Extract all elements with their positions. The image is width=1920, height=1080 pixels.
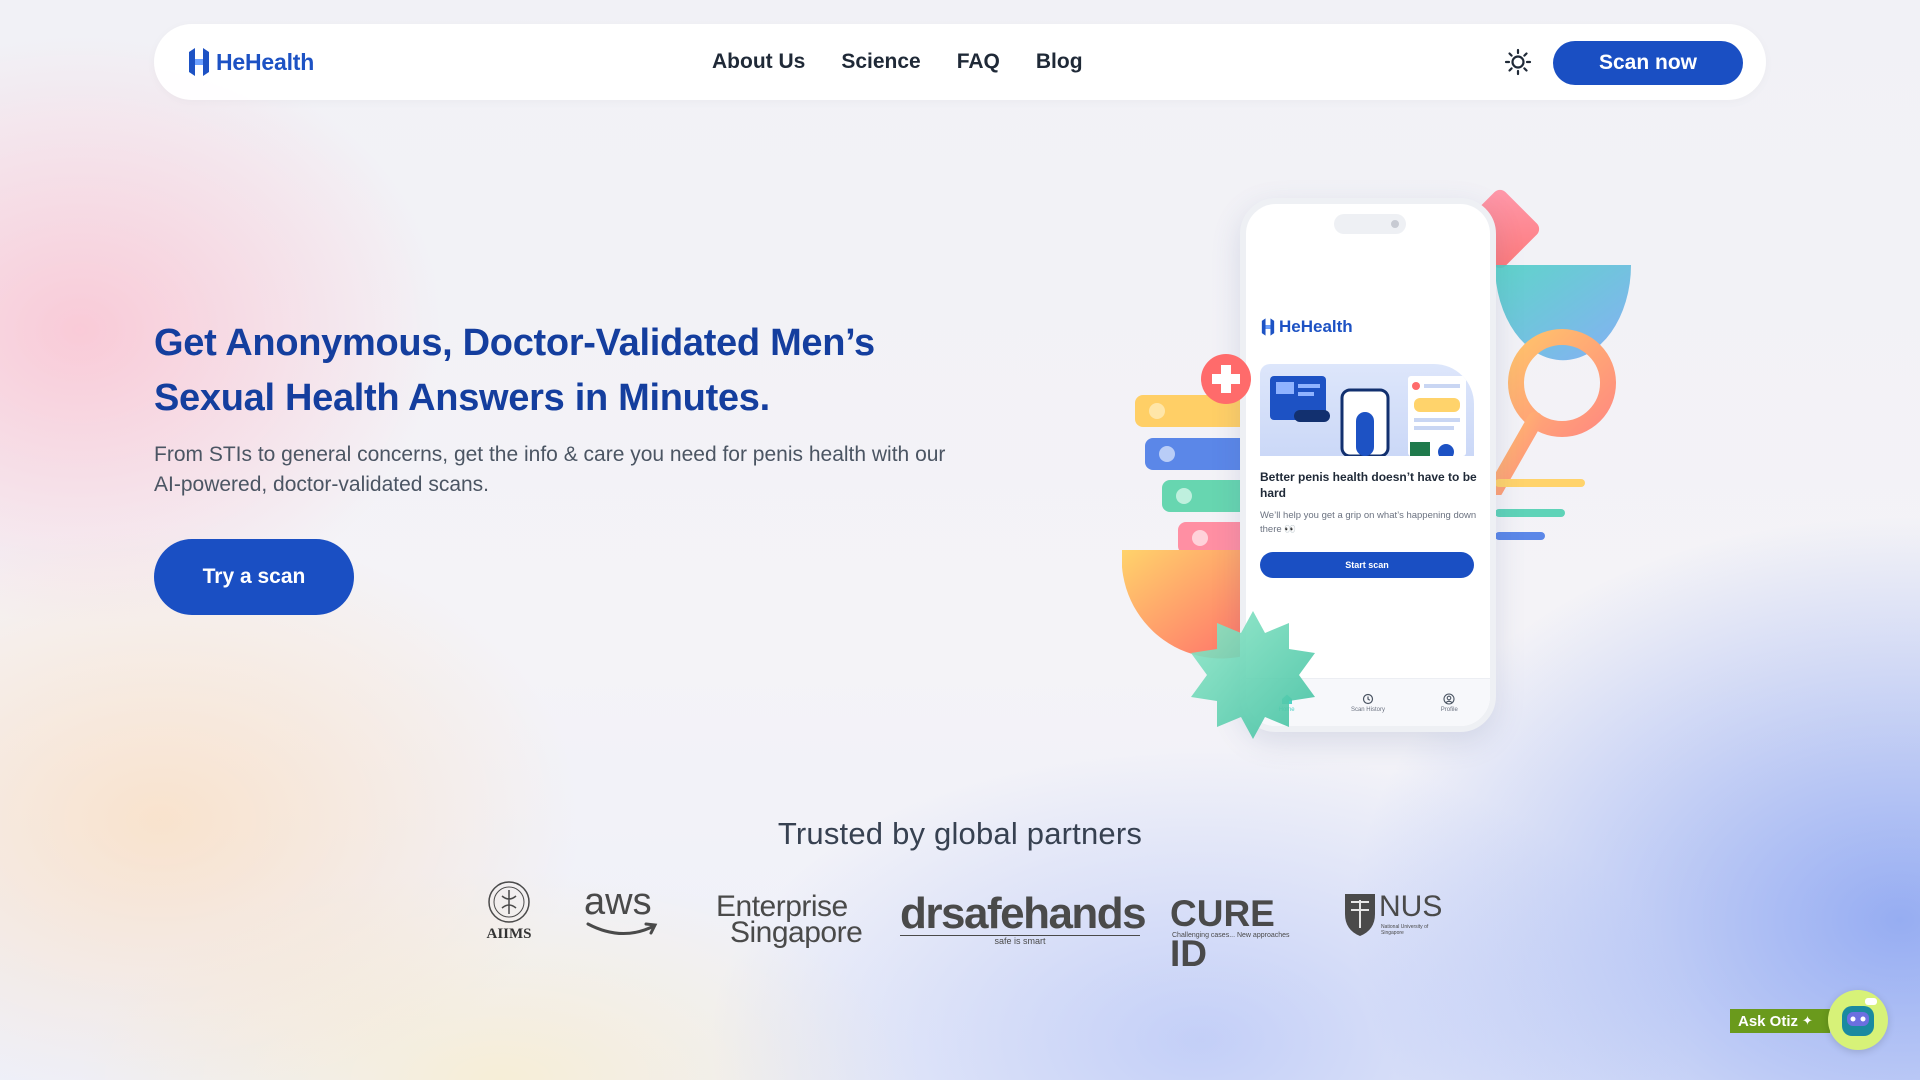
history-icon bbox=[1362, 693, 1374, 704]
bar-teal bbox=[1495, 509, 1565, 517]
ask-otiz-label: Ask Otiz bbox=[1738, 1012, 1799, 1030]
aws-smile-icon bbox=[586, 922, 658, 936]
partner-logo-cure-id: CURE ID Challenging cases... New approac… bbox=[1170, 880, 1315, 974]
partner-name-drsafehands: drsafehands bbox=[900, 889, 1147, 938]
phone-tab-label: Scan History bbox=[1350, 706, 1385, 713]
robot-avatar-icon bbox=[1842, 998, 1877, 1036]
nav-link-about-us[interactable]: About Us bbox=[712, 50, 805, 74]
partner-enterprise-line1: Enterprise bbox=[716, 890, 848, 923]
partner-logos: AIIMS aws Enterprise Singapore drsafehan… bbox=[470, 880, 1450, 974]
scan-now-button[interactable]: Scan now bbox=[1553, 41, 1743, 85]
partner-tagline-drsafehands: safe is smart bbox=[900, 935, 1140, 946]
phone-notch bbox=[1334, 214, 1406, 234]
phone-brand-name: HeHealth bbox=[1279, 317, 1353, 336]
hehealth-logo-icon bbox=[1261, 318, 1275, 336]
red-cross-icon bbox=[1201, 354, 1251, 404]
magnifier-shape bbox=[1490, 329, 1616, 495]
phone-tab-profile[interactable]: Profile bbox=[1419, 692, 1479, 713]
phone-brand-logo: HeHealth bbox=[1260, 316, 1353, 338]
partner-name-nus: NUS bbox=[1379, 890, 1443, 923]
partner-logo-drsafehands: drsafehands safe is smart bbox=[900, 880, 1147, 952]
partner-logo-aws: aws bbox=[584, 880, 664, 952]
bar-blue bbox=[1495, 532, 1545, 540]
partner-logo-aiims: AIIMS bbox=[476, 880, 542, 952]
start-scan-button[interactable]: Start scan bbox=[1260, 552, 1474, 578]
partner-enterprise-line2: Singapore bbox=[730, 916, 863, 949]
top-navbar: HeHealth About Us Science FAQ Blog Scan … bbox=[154, 24, 1766, 100]
hero-title: Get Anonymous, Doctor-Validated Men’s Se… bbox=[154, 322, 875, 419]
ask-otiz-button[interactable]: Ask Otiz ✦ bbox=[1730, 1009, 1830, 1033]
bar-yellow bbox=[1495, 479, 1585, 487]
profile-icon bbox=[1443, 692, 1455, 705]
nav-link-faq[interactable]: FAQ bbox=[957, 50, 1000, 74]
hero-illustration: HeHealth Better penis health doesn’t hav… bbox=[1110, 185, 1640, 745]
otiz-chat-avatar[interactable] bbox=[1828, 990, 1888, 1050]
partner-name-aiims: AIIMS bbox=[486, 926, 532, 942]
brand-logo[interactable]: HeHealth bbox=[186, 46, 314, 78]
nav-links: About Us Science FAQ Blog bbox=[712, 24, 1083, 100]
nav-link-blog[interactable]: Blog bbox=[1036, 50, 1083, 74]
trusted-partners-title: Trusted by global partners bbox=[777, 816, 1143, 851]
phone-tab-label: Profile bbox=[1440, 706, 1458, 713]
nav-link-science[interactable]: Science bbox=[841, 50, 920, 74]
hehealth-logo-icon bbox=[189, 48, 209, 76]
teal-starburst-shape bbox=[1191, 611, 1315, 739]
partner-tagline-nus: National University of Singapore bbox=[1381, 924, 1429, 936]
phone-card-description: We’ll help you get a grip on what’s happ… bbox=[1260, 510, 1477, 535]
hero-subtitle: From STIs to general concerns, get the i… bbox=[154, 443, 946, 496]
sparkle-icon: ✦ bbox=[1802, 1013, 1813, 1028]
phone-tab-scan-history[interactable]: Scan History bbox=[1338, 693, 1398, 713]
try-a-scan-button[interactable]: Try a scan bbox=[154, 539, 354, 615]
brand-name: HeHealth bbox=[216, 48, 315, 75]
phone-card-illustration bbox=[1260, 364, 1474, 456]
partner-name-cure-id: CURE ID bbox=[1170, 893, 1275, 974]
partner-name-aws: aws bbox=[584, 881, 652, 923]
phone-card-heading: Better penis health doesn’t have to be h… bbox=[1260, 470, 1477, 500]
sun-icon[interactable] bbox=[1504, 48, 1532, 76]
nus-crest-icon bbox=[1345, 894, 1375, 936]
partner-tagline-cure-id: Challenging cases... New approaches bbox=[1172, 932, 1290, 939]
partner-logo-enterprise-singapore: Enterprise Singapore bbox=[716, 880, 866, 952]
partner-logo-nus: NUS National University of Singapore bbox=[1343, 880, 1443, 952]
